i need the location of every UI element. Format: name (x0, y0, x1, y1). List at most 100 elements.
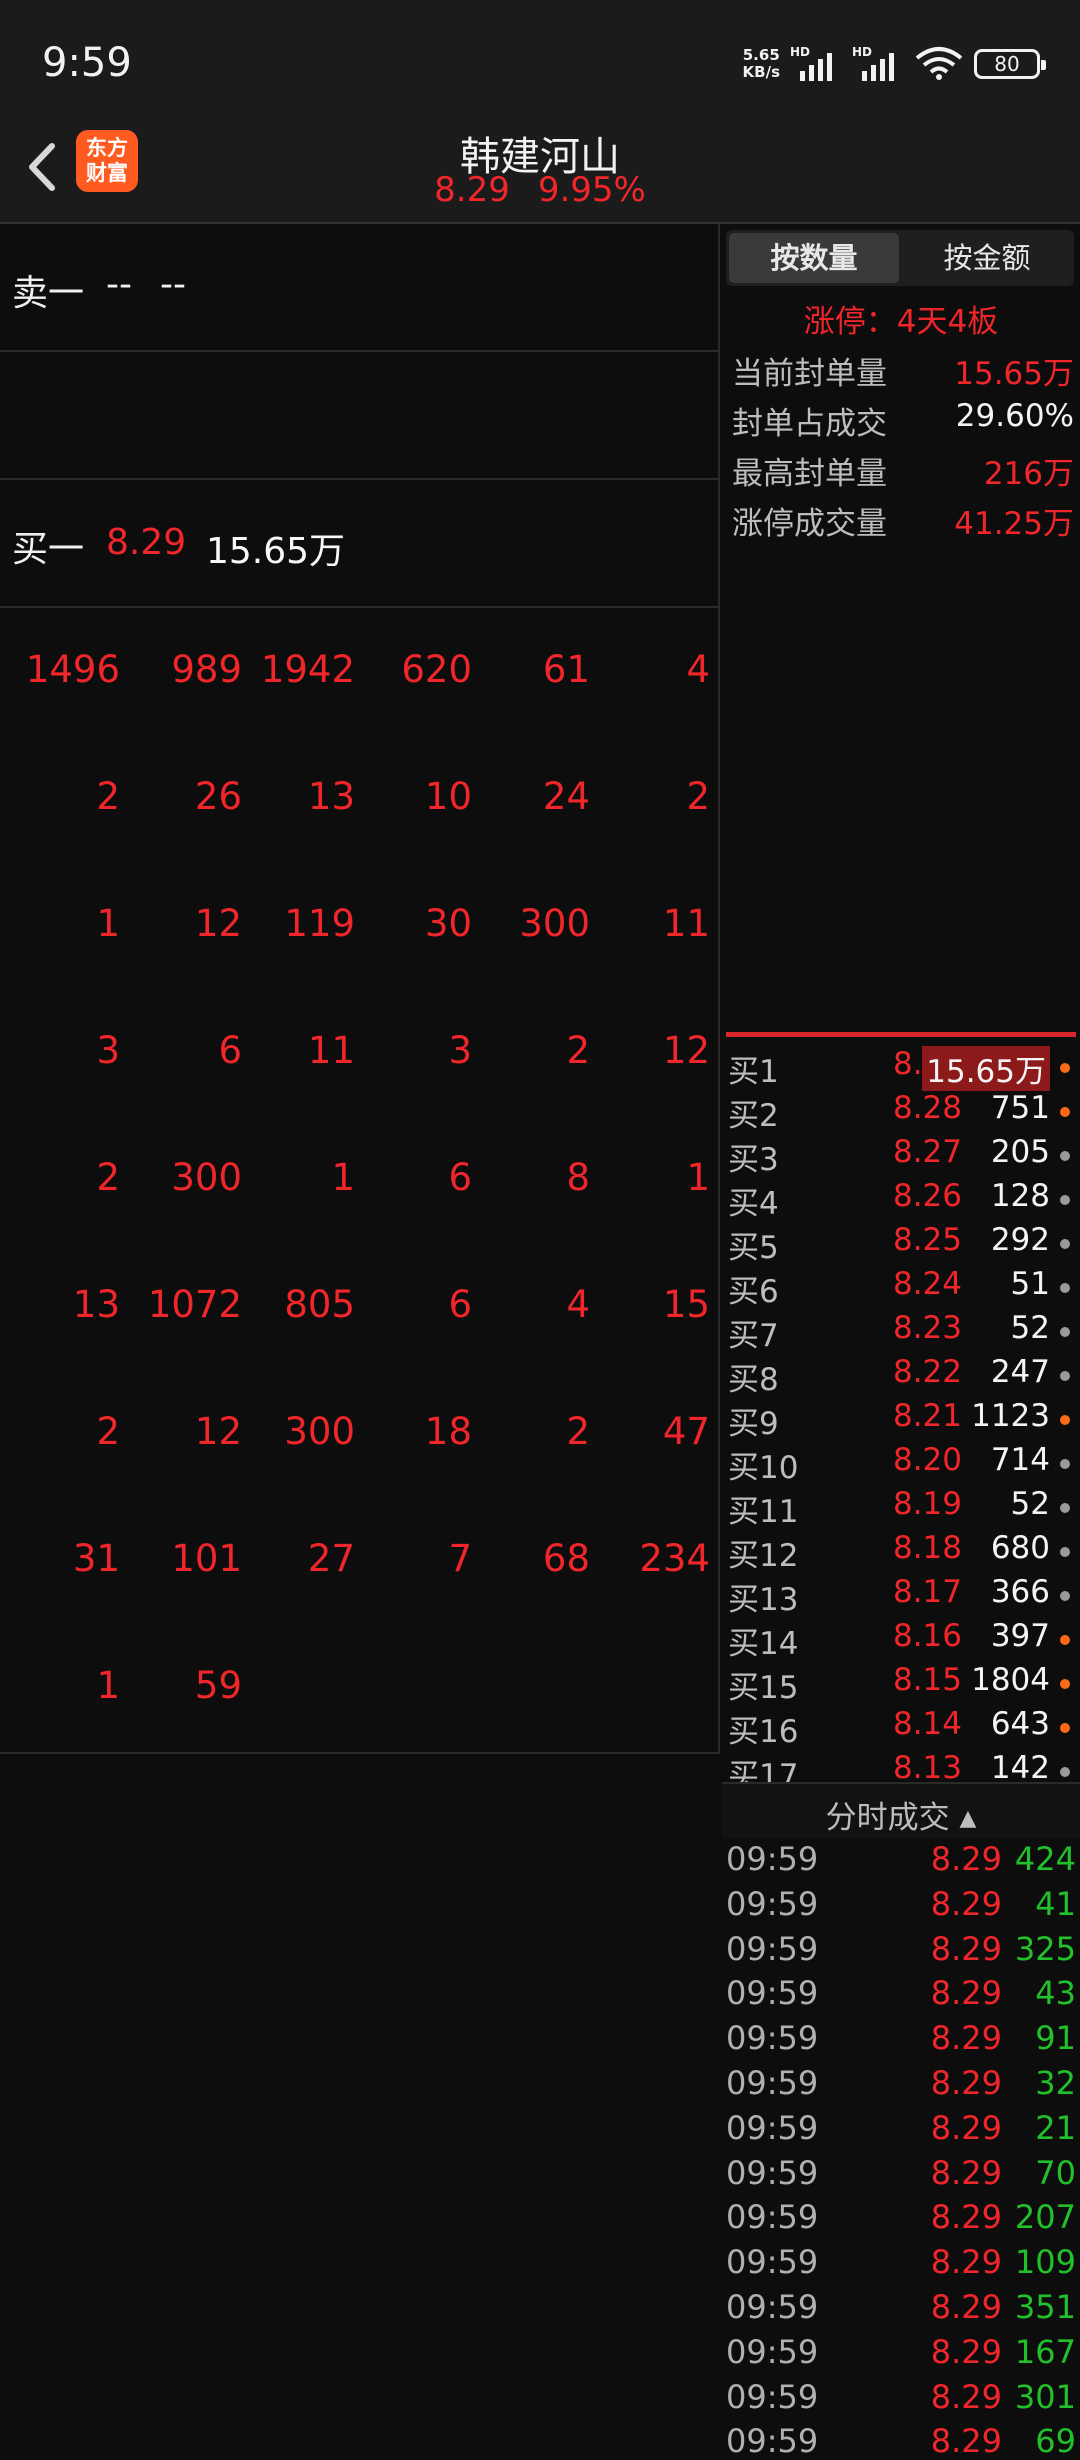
bid-level-row[interactable]: 买2 8.28 751 (722, 1088, 1080, 1134)
tick-list[interactable]: 09:59 8.29 424 09:59 8.29 41 09:59 8.29 325 09:59… (722, 1840, 1080, 2460)
tick-volume: 207 (1014, 2198, 1076, 2237)
bid-level-row[interactable]: 买10 8.20 714 (722, 1440, 1080, 1486)
bid-level-price: 8.13 (892, 1750, 962, 1782)
bid-level-volume: 128 (990, 1178, 1050, 1214)
bid-level-price: 8.28 (892, 1090, 962, 1126)
status-dot-icon (1060, 1283, 1070, 1293)
tick-price: 8.29 (930, 2243, 1002, 2282)
bid-level-price: 8.20 (892, 1442, 962, 1478)
ticks-header[interactable]: 分时成交 ▲ (722, 1782, 1080, 1838)
toggle-by-quantity[interactable]: 按数量 (729, 233, 899, 283)
bid-level-row[interactable]: 买5 8.25 292 (722, 1220, 1080, 1266)
bid-level-volume: 751 (990, 1090, 1050, 1126)
order-row: 13 1072 805 6 4 15 (0, 1243, 718, 1370)
tick-time: 09:59 (726, 2019, 819, 2058)
bid-level-volume: 205 (990, 1134, 1050, 1170)
bid-level-volume: 51 (1010, 1266, 1050, 1302)
order-size: 6 (448, 1283, 472, 1326)
order-size: 805 (284, 1283, 355, 1326)
tick-row: 09:59 8.29 167 (722, 2333, 1080, 2378)
ask-1-row: 卖一 -- -- (0, 224, 718, 352)
net-speed-unit: KB/s (742, 63, 780, 81)
status-dot-icon (1060, 1239, 1070, 1249)
bid-level-label: 买14 (728, 1626, 799, 1662)
status-dot-icon (1060, 1107, 1070, 1117)
bid-level-row[interactable]: 买17 8.13 142 (722, 1748, 1080, 1782)
status-dot-icon (1060, 1151, 1070, 1161)
clock: 9:59 (42, 40, 132, 86)
tick-time: 09:59 (726, 2288, 819, 2326)
status-dot-icon (1060, 1547, 1070, 1557)
tick-row: 09:59 8.29 91 (722, 2019, 1080, 2064)
stat-row: 涨停成交量 41.25万 (732, 498, 1074, 548)
bid-level-volume: 397 (990, 1618, 1050, 1654)
bid-1-volume: 15.65万 (206, 531, 346, 572)
tick-time: 09:59 (726, 2377, 819, 2416)
tick-price: 8.29 (930, 1884, 1002, 1923)
bid-level-row[interactable]: 买3 8.27 205 (722, 1132, 1080, 1178)
order-size: 26 (194, 775, 242, 818)
order-size: 4 (566, 1283, 590, 1326)
bid-level-row[interactable]: 买6 8.24 51 (722, 1264, 1080, 1310)
tick-time: 09:59 (726, 2064, 819, 2102)
tick-volume: 41 (1035, 1884, 1076, 1923)
bid-1-row: 买一 8.29 15.65万 (0, 480, 718, 608)
bid-level-price: 8.24 (892, 1266, 962, 1302)
stock-price: 8.29 (434, 170, 510, 210)
tick-price: 8.29 (930, 2153, 1002, 2192)
bid-level-row[interactable]: 买9 8.21 1123 (722, 1396, 1080, 1442)
tick-row: 09:59 8.29 351 (722, 2288, 1080, 2333)
bid-level-row[interactable]: 买13 8.17 366 (722, 1572, 1080, 1618)
tick-row: 09:59 8.29 207 (722, 2198, 1080, 2243)
order-size: 31 (72, 1537, 120, 1580)
order-row: 1 12 119 30 300 11 (0, 862, 718, 989)
bid-level-volume: 366 (990, 1574, 1050, 1610)
bid-queue-list[interactable]: 买18.2915.65万买28.28751买38.27205买48.26128买… (722, 1044, 1080, 1782)
tick-time: 09:59 (726, 2332, 819, 2371)
bid-level-price: 8.22 (892, 1354, 962, 1390)
order-size: 59 (194, 1664, 242, 1707)
stat-label: 当前封单量 (732, 356, 887, 392)
order-row: 2 26 13 10 24 2 (0, 735, 718, 862)
bid-level-row[interactable]: 买16 8.14 643 (722, 1704, 1080, 1750)
order-size: 4 (686, 648, 710, 691)
bid-level-label: 买4 (728, 1186, 779, 1222)
tick-volume: 167 (1014, 2332, 1076, 2371)
status-dot-icon (1060, 1591, 1070, 1601)
limit-up-streak: 涨停：4天4板 (803, 304, 999, 340)
bid-level-row[interactable]: 买4 8.26 128 (722, 1176, 1080, 1222)
ticks-title-text: 分时成交 (825, 1800, 950, 1836)
order-size: 2 (96, 1410, 120, 1453)
tick-time: 09:59 (726, 1884, 819, 1923)
bid-level-label: 买11 (728, 1494, 799, 1530)
order-size: 2 (96, 775, 120, 818)
bid-level-row[interactable]: 买8 8.22 247 (722, 1352, 1080, 1398)
bid-level-label: 买5 (728, 1230, 779, 1266)
tick-row: 09:59 8.29 43 (722, 1974, 1080, 2019)
tick-volume: 32 (1035, 2064, 1076, 2102)
bid-level-row[interactable]: 买14 8.16 397 (722, 1616, 1080, 1662)
ticks-title: 分时成交 ▲ (722, 1792, 1080, 1837)
order-size: 13 (307, 775, 355, 818)
order-row: 1 59 (0, 1624, 718, 1751)
bid-level-price: 8.26 (892, 1178, 962, 1214)
status-dot-icon (1060, 1723, 1070, 1733)
bid-level-row[interactable]: 买7 8.23 52 (722, 1308, 1080, 1354)
toggle-by-amount[interactable]: 按金额 (900, 230, 1074, 286)
cell-signal-icon: HD (852, 45, 904, 81)
tick-row: 09:59 8.29 70 (722, 2154, 1080, 2199)
status-dot-icon (1060, 1327, 1070, 1337)
bid-level-row[interactable]: 买11 8.19 52 (722, 1484, 1080, 1530)
bid-level-row[interactable]: 买12 8.18 680 (722, 1528, 1080, 1574)
tick-time: 09:59 (726, 1929, 819, 1968)
tick-price: 8.29 (930, 2422, 1002, 2460)
bid-level-volume: 680 (990, 1530, 1050, 1566)
bid-level-price: 8.18 (892, 1530, 962, 1566)
status-dot-icon (1060, 1063, 1070, 1073)
app-header: 东方 财富 韩建河山 8.29 9.95% (0, 110, 1080, 224)
bid-level-price: 8.14 (892, 1706, 962, 1742)
bid-level-row[interactable]: 买15 8.15 1804 (722, 1660, 1080, 1706)
stat-value: 29.60% (955, 398, 1074, 434)
order-size: 101 (171, 1537, 242, 1580)
bid-level-row[interactable]: 买18.2915.65万 (722, 1044, 1080, 1091)
